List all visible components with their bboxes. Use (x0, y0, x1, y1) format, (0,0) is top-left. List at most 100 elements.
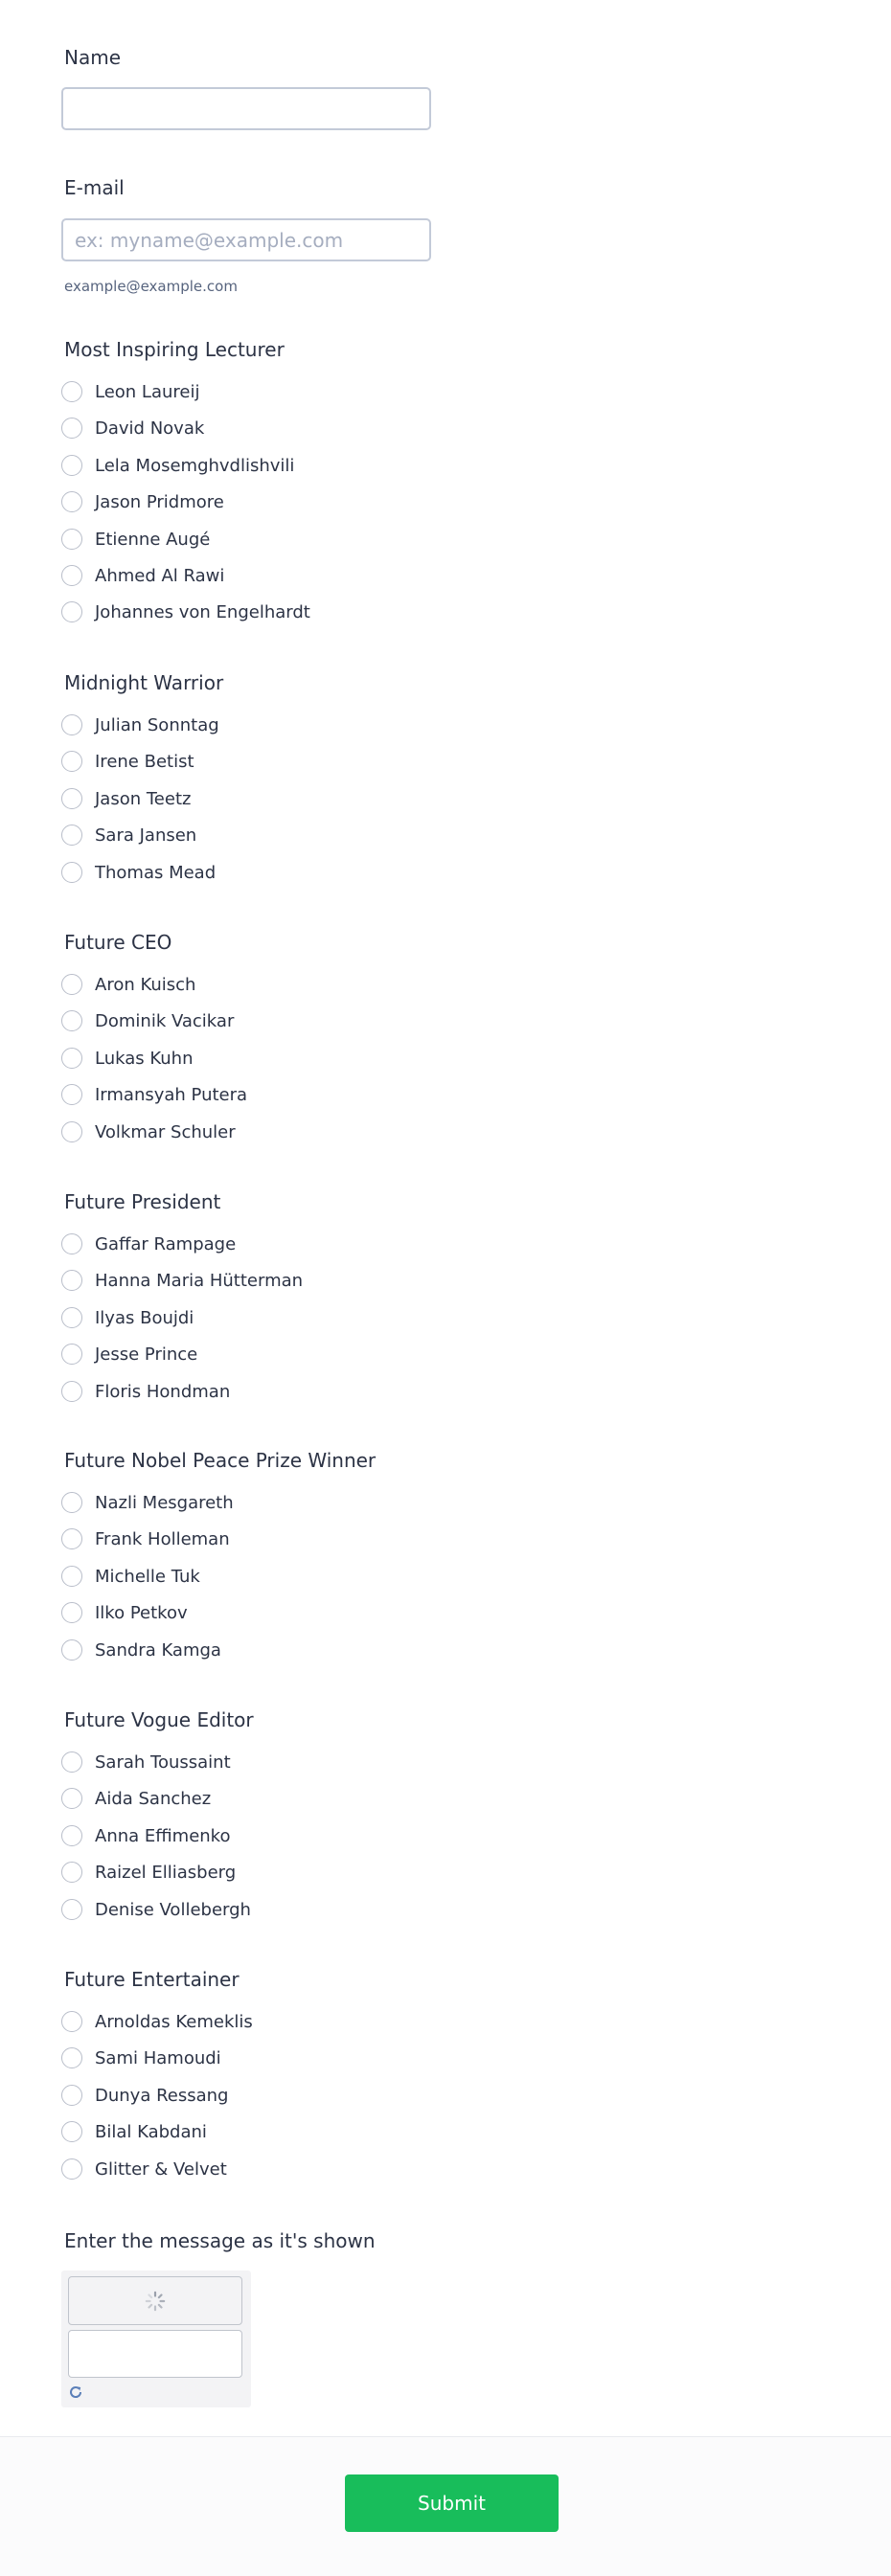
radio-option[interactable]: Sarah Toussaint (61, 1749, 231, 1775)
radio-button[interactable] (61, 974, 82, 995)
radio-option[interactable]: Anna Effimenko (61, 1822, 230, 1849)
radio-button[interactable] (61, 788, 82, 809)
category-title: Future Entertainer (64, 1968, 240, 1991)
radio-option[interactable]: Hanna Maria Hütterman (61, 1267, 303, 1294)
radio-button[interactable] (61, 1566, 82, 1587)
radio-button[interactable] (61, 2085, 82, 2106)
radio-option[interactable]: Jason Teetz (61, 785, 191, 812)
category-title: Future Nobel Peace Prize Winner (64, 1449, 377, 1472)
radio-button[interactable] (61, 2011, 82, 2032)
radio-option[interactable]: Sandra Kamga (61, 1637, 221, 1663)
radio-button[interactable] (61, 2121, 82, 2142)
radio-button[interactable] (61, 1121, 82, 1142)
radio-option-label: Frank Holleman (95, 1528, 230, 1549)
refresh-icon[interactable] (68, 2384, 83, 2400)
radio-option-label: Irene Betist (95, 751, 194, 772)
radio-option[interactable]: Ilko Petkov (61, 1599, 188, 1626)
name-input[interactable] (61, 87, 431, 130)
radio-option[interactable]: Floris Hondman (61, 1378, 230, 1405)
radio-button[interactable] (61, 601, 82, 622)
radio-button[interactable] (61, 1048, 82, 1069)
radio-option-label: Ilyas Boujdi (95, 1307, 194, 1328)
radio-option-label: Nazli Mesgareth (95, 1492, 234, 1513)
radio-button[interactable] (61, 862, 82, 883)
radio-button[interactable] (61, 2047, 82, 2068)
radio-button[interactable] (61, 1344, 82, 1365)
radio-button[interactable] (61, 418, 82, 439)
submit-button[interactable]: Submit (345, 2474, 559, 2532)
radio-button[interactable] (61, 1084, 82, 1105)
radio-option[interactable]: Dominik Vacikar (61, 1007, 234, 1034)
radio-option-label: Sami Hamoudi (95, 2047, 221, 2068)
radio-option-label: Ilko Petkov (95, 1602, 188, 1623)
radio-button[interactable] (61, 751, 82, 772)
radio-button[interactable] (61, 455, 82, 476)
radio-option[interactable]: Raizel Elliasberg (61, 1859, 236, 1886)
radio-option-label: Jesse Prince (95, 1344, 198, 1365)
radio-option[interactable]: Thomas Mead (61, 859, 216, 886)
radio-option-label: Floris Hondman (95, 1381, 231, 1402)
radio-button[interactable] (61, 1307, 82, 1328)
radio-option[interactable]: Volkmar Schuler (61, 1119, 236, 1145)
captcha-widget (61, 2271, 251, 2407)
radio-option-label: Julian Sonntag (95, 714, 219, 735)
radio-option[interactable]: Denise Vollebergh (61, 1896, 251, 1923)
radio-option[interactable]: Glitter & Velvet (61, 2156, 227, 2182)
radio-button[interactable] (61, 1825, 82, 1846)
radio-option[interactable]: Sara Jansen (61, 822, 196, 848)
radio-option[interactable]: Lukas Kuhn (61, 1045, 194, 1072)
radio-option[interactable]: Johannes von Engelhardt (61, 599, 310, 625)
radio-option[interactable]: Michelle Tuk (61, 1563, 200, 1590)
radio-option-label: Bilal Kabdani (95, 2121, 207, 2142)
radio-option-label: Sara Jansen (95, 825, 197, 846)
radio-button[interactable] (61, 1751, 82, 1773)
radio-button[interactable] (61, 1602, 82, 1623)
radio-button[interactable] (61, 491, 82, 512)
radio-option[interactable]: Dunya Ressang (61, 2082, 228, 2109)
radio-option[interactable]: Bilal Kabdani (61, 2118, 207, 2145)
radio-button[interactable] (61, 1528, 82, 1549)
radio-button[interactable] (61, 1010, 82, 1031)
radio-option[interactable]: Aida Sanchez (61, 1785, 211, 1812)
email-input[interactable] (61, 218, 431, 261)
radio-option[interactable]: Etienne Augé (61, 526, 210, 553)
radio-option[interactable]: David Novak (61, 415, 204, 441)
radio-button[interactable] (61, 1639, 82, 1661)
radio-button[interactable] (61, 1233, 82, 1254)
radio-button[interactable] (61, 1899, 82, 1920)
radio-button[interactable] (61, 1862, 82, 1883)
radio-button[interactable] (61, 1381, 82, 1402)
radio-option[interactable]: Gaffar Rampage (61, 1231, 236, 1257)
radio-button[interactable] (61, 714, 82, 735)
radio-button[interactable] (61, 825, 82, 846)
radio-option[interactable]: Irene Betist (61, 748, 194, 775)
radio-button[interactable] (61, 2158, 82, 2180)
radio-option-label: Dunya Ressang (95, 2085, 229, 2106)
radio-option[interactable]: Jason Pridmore (61, 488, 224, 515)
radio-button[interactable] (61, 1270, 82, 1291)
radio-option[interactable]: Sami Hamoudi (61, 2045, 221, 2071)
radio-option[interactable]: Nazli Mesgareth (61, 1489, 234, 1516)
radio-button[interactable] (61, 1492, 82, 1513)
radio-option[interactable]: Jesse Prince (61, 1341, 197, 1367)
radio-option[interactable]: Aron Kuisch (61, 971, 195, 998)
radio-option-label: Hanna Maria Hütterman (95, 1270, 304, 1291)
radio-option[interactable]: Frank Holleman (61, 1525, 230, 1552)
radio-button[interactable] (61, 565, 82, 586)
radio-option[interactable]: Ahmed Al Rawi (61, 562, 224, 589)
captcha-input[interactable] (68, 2330, 242, 2378)
radio-option-label: Raizel Elliasberg (95, 1862, 237, 1883)
radio-option-label: Gaffar Rampage (95, 1233, 237, 1254)
radio-option[interactable]: Arnoldas Kemeklis (61, 2008, 253, 2035)
radio-button[interactable] (61, 529, 82, 550)
radio-option[interactable]: Julian Sonntag (61, 712, 219, 738)
radio-button[interactable] (61, 381, 82, 402)
radio-option[interactable]: Ilyas Boujdi (61, 1304, 194, 1331)
loading-spinner-icon (145, 2291, 166, 2311)
radio-option[interactable]: Irmansyah Putera (61, 1081, 247, 1108)
category-title: Future CEO (64, 931, 172, 954)
radio-option[interactable]: Leon Laureij (61, 378, 199, 405)
radio-button[interactable] (61, 1788, 82, 1809)
category-title: Future Vogue Editor (64, 1708, 254, 1731)
radio-option[interactable]: Lela Mosemghvdlishvili (61, 452, 294, 479)
